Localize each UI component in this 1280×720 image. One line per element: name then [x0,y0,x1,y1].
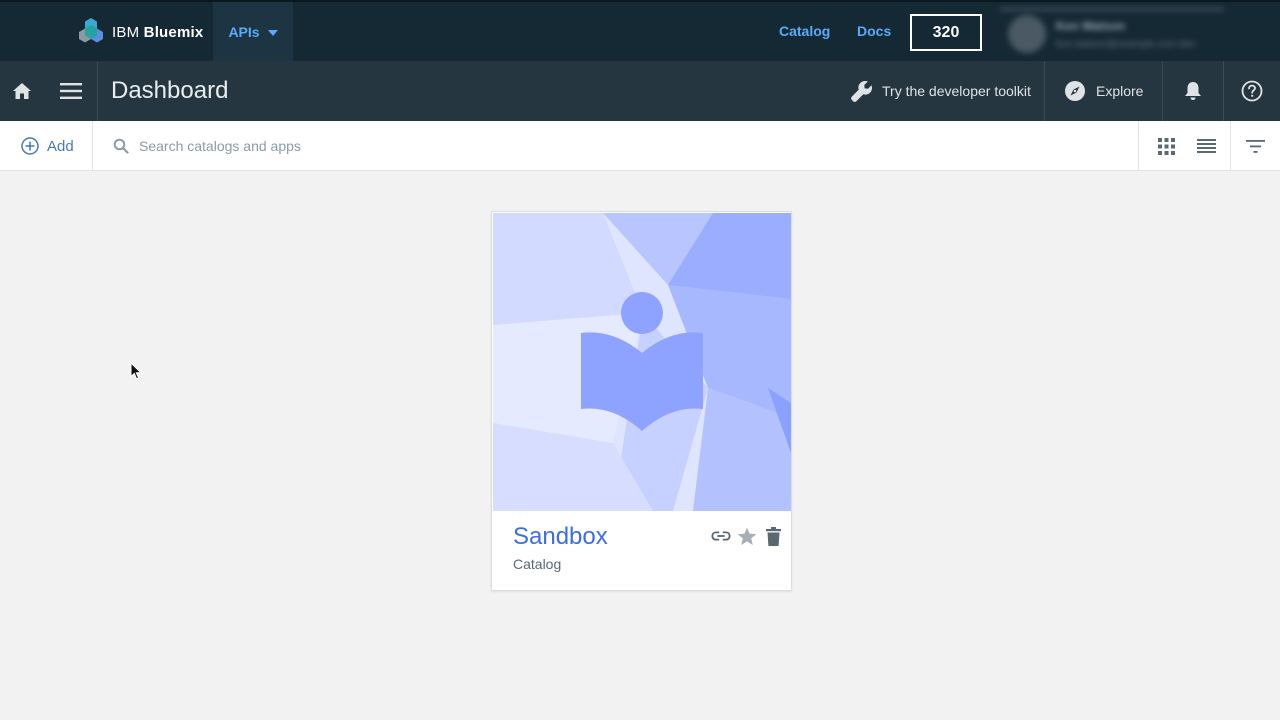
star-icon[interactable] [737,526,757,546]
account-menu[interactable]: Ken Watson ken.watson@example.com-dev [1000,8,1224,58]
card-image [493,213,791,511]
brand-ibm: IBM [112,23,140,41]
dashboard-bar: Dashboard Try the developer toolkit Expl… [0,61,1280,121]
link-icon[interactable] [711,526,731,546]
home-button[interactable] [0,61,44,121]
chevron-down-icon [267,29,278,36]
toolkit-label: Try the developer toolkit [882,83,1031,99]
region-menu[interactable]: APIs [213,2,293,61]
brand-product: Bluemix [143,23,204,41]
card-title[interactable]: Sandbox [513,523,608,551]
developer-toolkit-button[interactable]: Try the developer toolkit [846,61,1044,121]
bell-icon [1185,82,1201,100]
card-subtitle: Catalog [513,556,562,572]
page-title: Dashboard [111,77,229,104]
docs-link[interactable]: Docs [857,23,891,39]
search-bar[interactable] [93,121,1138,171]
wrench-icon [851,81,872,102]
list-view-button[interactable] [1184,121,1228,171]
card-body: Sandbox Catalog [492,510,791,590]
explore-label: Explore [1096,83,1144,99]
avatar [1008,15,1046,53]
counter-badge[interactable]: 320 [910,14,982,51]
person-head [621,292,663,334]
account-name: Ken Watson [1056,18,1125,33]
brand[interactable]: IBM Bluemix [78,17,203,48]
help-button[interactable] [1223,61,1280,121]
brand-name: IBM Bluemix [112,24,203,41]
account-subtitle: ken.watson@example.com-dev [1056,38,1196,50]
hamburger-menu-button[interactable] [44,61,98,121]
bluemix-logo-icon [78,17,104,48]
filter-button[interactable] [1230,121,1280,171]
add-button[interactable]: Add [0,121,93,171]
list-view-icon [1196,139,1216,153]
filter-icon [1246,139,1265,153]
notifications-button[interactable] [1162,61,1223,121]
catalog-link[interactable]: Catalog [779,23,830,39]
grid-view-icon [1158,137,1175,155]
hamburger-icon [59,83,82,99]
add-label: Add [47,137,74,155]
trash-icon[interactable] [763,526,783,546]
region-menu-label: APIs [228,23,260,40]
home-icon [13,83,31,99]
catalog-card[interactable]: Sandbox Catalog [491,211,792,591]
search-input[interactable] [139,138,1039,154]
search-icon [113,138,129,154]
explore-button[interactable]: Explore [1044,61,1162,121]
card-actions [711,526,783,546]
help-icon [1241,80,1263,102]
dashboard-toolbar: Add [0,121,1280,171]
mouse-pointer-icon [130,361,143,385]
add-circle-icon [21,137,39,155]
top-nav-bar: IBM Bluemix APIs Catalog Docs 320 Ken Wa… [0,0,1280,61]
compass-icon [1065,81,1085,101]
